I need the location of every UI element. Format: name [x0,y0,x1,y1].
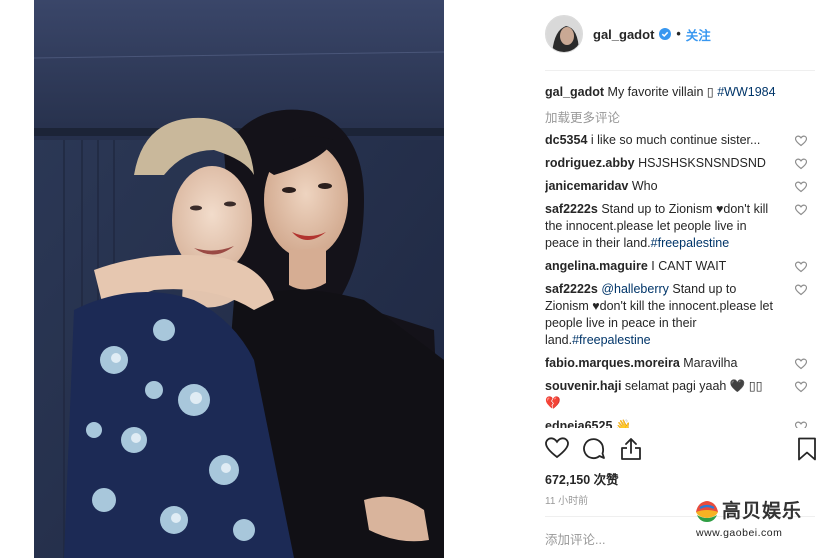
comment-item: saf2222s @halleberry Stand up to Zionism… [545,281,807,349]
caption-text: My favorite villain ▯ [607,85,714,99]
comment-username[interactable]: saf2222s [545,282,598,296]
comment-item: angelina.maguire I CANT WAIT [545,258,807,275]
comment-item: fabio.marques.moreira Maravilha [545,355,807,372]
comment-text: janicemaridav Who [545,178,775,195]
avatar-image [546,16,582,52]
comment-body: I CANT WAIT [651,259,727,273]
post-caption: gal_gadot My favorite villain ▯ #WW1984 [545,84,813,100]
comment-text: dc5354 i like so much continue sister... [545,132,775,149]
comment-bubble-icon[interactable] [582,437,606,461]
separator-dot: • [676,27,681,41]
comment-username[interactable]: fabio.marques.moreira [545,356,680,370]
follow-button[interactable]: 关注 [686,25,711,44]
comment-like-heart-icon[interactable] [795,181,807,193]
comment-username[interactable]: rodriguez.abby [545,156,635,170]
comment-text: fabio.marques.moreira Maravilha [545,355,775,372]
caption-hashtag[interactable]: #WW1984 [717,85,775,99]
site-watermark: 高贝娱乐 www.gaobei.com [694,496,814,542]
comment-item: dc5354 i like so much continue sister... [545,132,807,149]
comment-link[interactable]: #freepalestine [572,333,651,347]
comment-body: HSJSHSKSNSNDSND [638,156,766,170]
header-username[interactable]: gal_gadot [593,27,654,42]
comment-text: angelina.maguire I CANT WAIT [545,258,775,275]
comment-item: saf2222s Stand up to Zionism ♥don't kill… [545,201,807,252]
header-divider [545,70,815,71]
load-more-comments-button[interactable]: 加载更多评论 [545,107,620,126]
photo-image [34,0,444,558]
comment-username[interactable]: saf2222s [545,202,598,216]
comment-item: souvenir.haji selamat pagi yaah 🖤 ▯▯ 💔 [545,378,807,412]
comment-like-heart-icon[interactable] [795,135,807,147]
heart-icon[interactable] [545,437,569,459]
avatar[interactable] [545,15,583,53]
watermark-url: www.gaobei.com [696,527,783,539]
comment-link[interactable]: @halleberry [601,282,669,296]
bookmark-icon[interactable] [797,437,817,461]
comment-username[interactable]: souvenir.haji [545,379,621,393]
caption-username[interactable]: gal_gadot [545,85,604,99]
comment-username[interactable]: edneia6525 [545,419,612,428]
comment-username[interactable]: angelina.maguire [545,259,648,273]
like-count[interactable]: 672,150 次赞 [545,469,619,488]
comment-text: rodriguez.abby HSJSHSKSNSNDSND [545,155,775,172]
comment-username[interactable]: janicemaridav [545,179,628,193]
verified-badge-icon [659,28,672,40]
post-header: gal_gadot • 关注 [545,14,711,54]
comment-text: souvenir.haji selamat pagi yaah 🖤 ▯▯ 💔 [545,378,775,412]
action-bar [545,437,817,461]
comment-like-heart-icon[interactable] [795,261,807,273]
comment-body: Who [631,179,658,193]
comment-item: edneia6525 👋 [545,418,807,428]
comment-item: janicemaridav Who [545,178,807,195]
comment-like-heart-icon[interactable] [795,204,807,216]
post-panel: gal_gadot • 关注 gal_gadot My favorite vil… [545,0,820,558]
post-timestamp[interactable]: 11 小时前 [545,492,588,507]
comment-like-heart-icon[interactable] [795,358,807,370]
comment-like-heart-icon[interactable] [795,381,807,393]
comment-link[interactable]: #freepalestine [651,236,730,250]
comment-text: saf2222s @halleberry Stand up to Zionism… [545,281,775,349]
watermark-name: 高贝娱乐 [722,500,803,522]
comment-item: rodriguez.abby HSJSHSKSNSNDSND [545,155,807,172]
comment-body: 👋 [615,419,632,428]
comment-like-heart-icon[interactable] [795,158,807,170]
comment-text: saf2222s Stand up to Zionism ♥don't kill… [545,201,775,252]
comment-like-heart-icon[interactable] [795,284,807,296]
post-photo[interactable] [34,0,444,558]
comment-like-heart-icon[interactable] [795,421,807,428]
comment-body: Maravilha [683,356,738,370]
share-icon[interactable] [620,437,642,461]
watermark-logo-icon [696,501,718,522]
comment-text: edneia6525 👋 [545,418,775,428]
add-comment-input[interactable]: 添加评论... [545,529,605,548]
comments-list[interactable]: dc5354 i like so much continue sister...… [545,132,807,428]
comment-username[interactable]: dc5354 [545,133,587,147]
comment-body: i like so much continue sister... [590,133,761,147]
